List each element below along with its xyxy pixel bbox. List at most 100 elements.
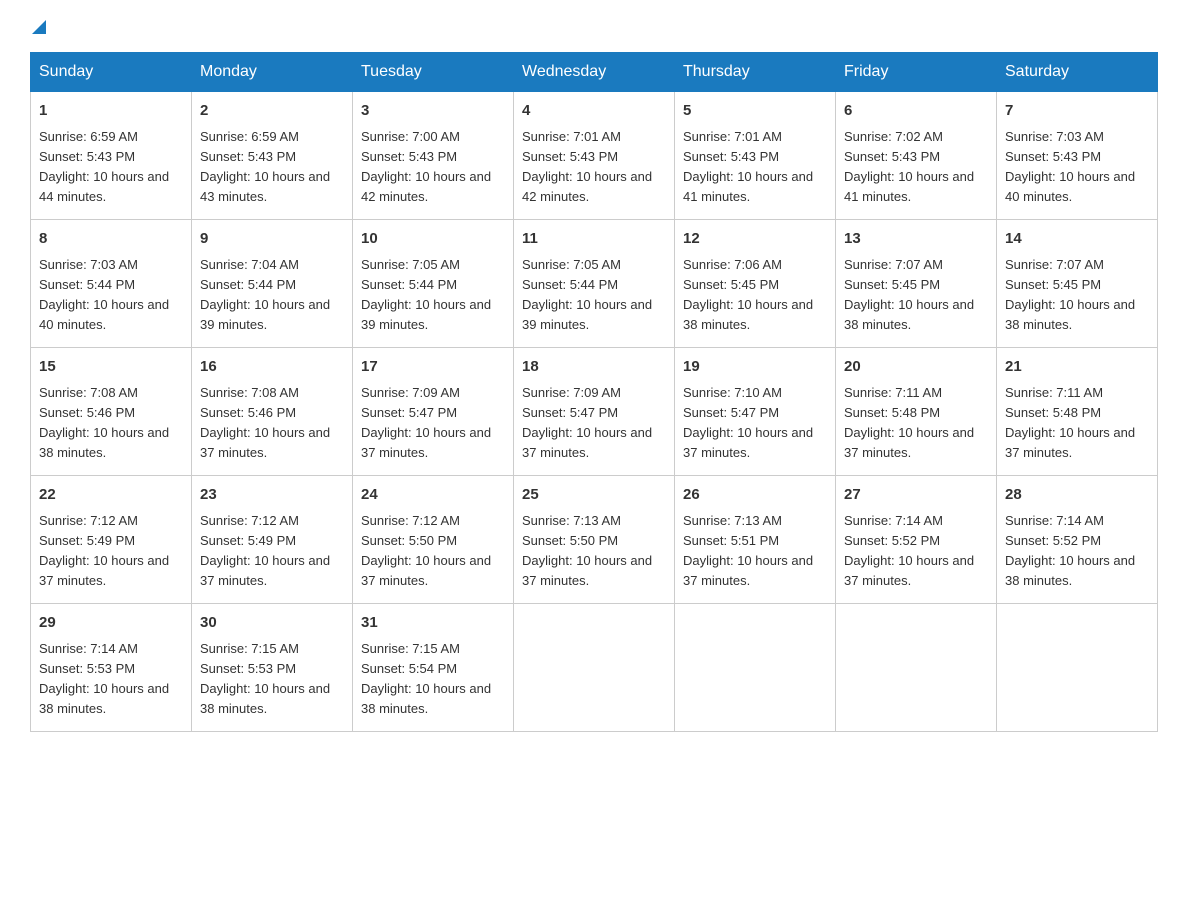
day-number: 24 xyxy=(361,484,505,507)
day-number: 10 xyxy=(361,228,505,251)
day-number: 13 xyxy=(844,228,988,251)
calendar-cell: 1 Sunrise: 6:59 AMSunset: 5:43 PMDaylight… xyxy=(31,92,192,220)
calendar-cell: 29 Sunrise: 7:14 AMSunset: 5:53 PMDayligh… xyxy=(31,604,192,732)
day-info: Sunrise: 7:14 AMSunset: 5:52 PMDaylight:… xyxy=(844,513,974,588)
calendar-cell: 28Sunrise: 7:14 AMSunset: 5:52 PMDayligh… xyxy=(997,476,1158,604)
calendar-cell: 27 Sunrise: 7:14 AMSunset: 5:52 PMDayligh… xyxy=(836,476,997,604)
day-number: 30 xyxy=(200,612,344,635)
day-number: 22 xyxy=(39,484,183,507)
calendar-cell: 21 Sunrise: 7:11 AMSunset: 5:48 PMDayligh… xyxy=(997,348,1158,476)
day-number: 17 xyxy=(361,356,505,379)
day-number: 9 xyxy=(200,228,344,251)
week-row-2: 8 Sunrise: 7:03 AMSunset: 5:44 PMDaylight… xyxy=(31,220,1158,348)
day-info: Sunrise: 7:13 AMSunset: 5:51 PMDaylight:… xyxy=(683,513,813,588)
week-row-3: 15 Sunrise: 7:08 AMSunset: 5:46 PMDayligh… xyxy=(31,348,1158,476)
day-info: Sunrise: 7:15 AMSunset: 5:53 PMDaylight:… xyxy=(200,641,330,716)
col-header-monday: Monday xyxy=(192,53,353,92)
day-info: Sunrise: 7:00 AMSunset: 5:43 PMDaylight:… xyxy=(361,129,491,204)
calendar-cell: 25Sunrise: 7:13 AMSunset: 5:50 PMDayligh… xyxy=(514,476,675,604)
day-number: 2 xyxy=(200,100,344,123)
week-row-1: 1 Sunrise: 6:59 AMSunset: 5:43 PMDaylight… xyxy=(31,92,1158,220)
day-number: 11 xyxy=(522,228,666,251)
calendar-cell: 11 Sunrise: 7:05 AMSunset: 5:44 PMDayligh… xyxy=(514,220,675,348)
day-info: Sunrise: 6:59 AMSunset: 5:43 PMDaylight:… xyxy=(200,129,330,204)
calendar-cell: 6 Sunrise: 7:02 AMSunset: 5:43 PMDaylight… xyxy=(836,92,997,220)
calendar-cell: 10 Sunrise: 7:05 AMSunset: 5:44 PMDayligh… xyxy=(353,220,514,348)
calendar-cell xyxy=(997,604,1158,732)
calendar-cell xyxy=(675,604,836,732)
calendar-cell: 2 Sunrise: 6:59 AMSunset: 5:43 PMDaylight… xyxy=(192,92,353,220)
day-info: Sunrise: 7:06 AMSunset: 5:45 PMDaylight:… xyxy=(683,257,813,332)
day-number: 6 xyxy=(844,100,988,123)
calendar-cell: 19 Sunrise: 7:10 AMSunset: 5:47 PMDayligh… xyxy=(675,348,836,476)
day-info: Sunrise: 7:05 AMSunset: 5:44 PMDaylight:… xyxy=(361,257,491,332)
calendar-cell xyxy=(836,604,997,732)
day-number: 8 xyxy=(39,228,183,251)
day-info: Sunrise: 7:09 AMSunset: 5:47 PMDaylight:… xyxy=(522,385,652,460)
day-number: 12 xyxy=(683,228,827,251)
day-info: Sunrise: 7:03 AMSunset: 5:43 PMDaylight:… xyxy=(1005,129,1135,204)
day-info: Sunrise: 6:59 AMSunset: 5:43 PMDaylight:… xyxy=(39,129,169,204)
day-info: Sunrise: 7:12 AMSunset: 5:49 PMDaylight:… xyxy=(200,513,330,588)
calendar-header-row: SundayMondayTuesdayWednesdayThursdayFrid… xyxy=(31,53,1158,92)
calendar-cell: 15 Sunrise: 7:08 AMSunset: 5:46 PMDayligh… xyxy=(31,348,192,476)
day-info: Sunrise: 7:14 AMSunset: 5:53 PMDaylight:… xyxy=(39,641,169,716)
week-row-5: 29 Sunrise: 7:14 AMSunset: 5:53 PMDayligh… xyxy=(31,604,1158,732)
calendar-cell: 31Sunrise: 7:15 AMSunset: 5:54 PMDayligh… xyxy=(353,604,514,732)
calendar-cell: 23 Sunrise: 7:12 AMSunset: 5:49 PMDayligh… xyxy=(192,476,353,604)
day-info: Sunrise: 7:02 AMSunset: 5:43 PMDaylight:… xyxy=(844,129,974,204)
day-info: Sunrise: 7:03 AMSunset: 5:44 PMDaylight:… xyxy=(39,257,169,332)
calendar-cell: 4 Sunrise: 7:01 AMSunset: 5:43 PMDaylight… xyxy=(514,92,675,220)
day-number: 27 xyxy=(844,484,988,507)
col-header-sunday: Sunday xyxy=(31,53,192,92)
day-info: Sunrise: 7:01 AMSunset: 5:43 PMDaylight:… xyxy=(683,129,813,204)
calendar-cell: 3 Sunrise: 7:00 AMSunset: 5:43 PMDaylight… xyxy=(353,92,514,220)
day-number: 26 xyxy=(683,484,827,507)
day-info: Sunrise: 7:01 AMSunset: 5:43 PMDaylight:… xyxy=(522,129,652,204)
calendar-cell: 14Sunrise: 7:07 AMSunset: 5:45 PMDayligh… xyxy=(997,220,1158,348)
day-number: 1 xyxy=(39,100,183,123)
day-number: 20 xyxy=(844,356,988,379)
calendar-cell: 20 Sunrise: 7:11 AMSunset: 5:48 PMDayligh… xyxy=(836,348,997,476)
calendar-table: SundayMondayTuesdayWednesdayThursdayFrid… xyxy=(30,52,1158,732)
logo-triangle-icon xyxy=(32,20,46,34)
day-number: 14 xyxy=(1005,228,1149,251)
calendar-cell: 18 Sunrise: 7:09 AMSunset: 5:47 PMDayligh… xyxy=(514,348,675,476)
day-info: Sunrise: 7:07 AMSunset: 5:45 PMDaylight:… xyxy=(844,257,974,332)
day-info: Sunrise: 7:11 AMSunset: 5:48 PMDaylight:… xyxy=(1005,385,1135,460)
day-info: Sunrise: 7:10 AMSunset: 5:47 PMDaylight:… xyxy=(683,385,813,460)
col-header-thursday: Thursday xyxy=(675,53,836,92)
calendar-cell: 30 Sunrise: 7:15 AMSunset: 5:53 PMDayligh… xyxy=(192,604,353,732)
calendar-cell: 12 Sunrise: 7:06 AMSunset: 5:45 PMDayligh… xyxy=(675,220,836,348)
calendar-cell: 16 Sunrise: 7:08 AMSunset: 5:46 PMDayligh… xyxy=(192,348,353,476)
calendar-cell: 26 Sunrise: 7:13 AMSunset: 5:51 PMDayligh… xyxy=(675,476,836,604)
day-number: 3 xyxy=(361,100,505,123)
day-number: 16 xyxy=(200,356,344,379)
day-number: 29 xyxy=(39,612,183,635)
day-number: 18 xyxy=(522,356,666,379)
calendar-cell: 5 Sunrise: 7:01 AMSunset: 5:43 PMDaylight… xyxy=(675,92,836,220)
calendar-cell: 22 Sunrise: 7:12 AMSunset: 5:49 PMDayligh… xyxy=(31,476,192,604)
day-number: 28 xyxy=(1005,484,1149,507)
day-number: 19 xyxy=(683,356,827,379)
day-info: Sunrise: 7:04 AMSunset: 5:44 PMDaylight:… xyxy=(200,257,330,332)
day-info: Sunrise: 7:05 AMSunset: 5:44 PMDaylight:… xyxy=(522,257,652,332)
page-header xyxy=(30,20,1158,34)
calendar-cell: 13 Sunrise: 7:07 AMSunset: 5:45 PMDayligh… xyxy=(836,220,997,348)
day-number: 5 xyxy=(683,100,827,123)
day-info: Sunrise: 7:15 AMSunset: 5:54 PMDaylight:… xyxy=(361,641,491,716)
day-number: 15 xyxy=(39,356,183,379)
calendar-cell: 9 Sunrise: 7:04 AMSunset: 5:44 PMDaylight… xyxy=(192,220,353,348)
week-row-4: 22 Sunrise: 7:12 AMSunset: 5:49 PMDayligh… xyxy=(31,476,1158,604)
day-info: Sunrise: 7:11 AMSunset: 5:48 PMDaylight:… xyxy=(844,385,974,460)
day-number: 21 xyxy=(1005,356,1149,379)
calendar-cell: 8 Sunrise: 7:03 AMSunset: 5:44 PMDaylight… xyxy=(31,220,192,348)
day-number: 23 xyxy=(200,484,344,507)
col-header-friday: Friday xyxy=(836,53,997,92)
day-info: Sunrise: 7:12 AMSunset: 5:49 PMDaylight:… xyxy=(39,513,169,588)
day-info: Sunrise: 7:08 AMSunset: 5:46 PMDaylight:… xyxy=(200,385,330,460)
day-info: Sunrise: 7:08 AMSunset: 5:46 PMDaylight:… xyxy=(39,385,169,460)
col-header-tuesday: Tuesday xyxy=(353,53,514,92)
day-number: 25 xyxy=(522,484,666,507)
day-number: 4 xyxy=(522,100,666,123)
